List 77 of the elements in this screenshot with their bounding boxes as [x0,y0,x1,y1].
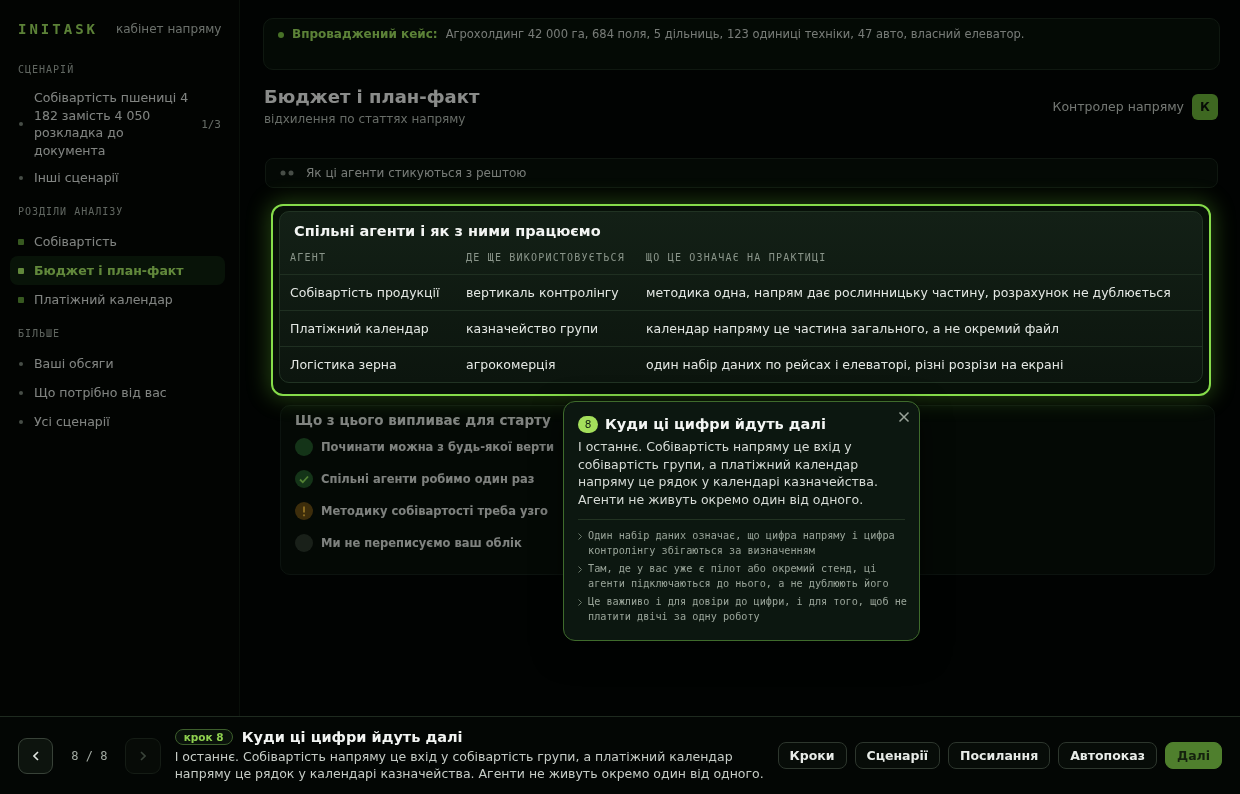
table-cell: Платіжний календар [280,310,456,347]
group-title: БІЛЬШЕ [18,327,61,341]
dot-icon [19,175,23,180]
logo[interactable]: INITASK [18,21,98,37]
list-item: Ми не переписуємо ваш облік [321,536,522,550]
warning-icon [295,502,313,520]
next-step-button[interactable]: Далі [1165,742,1222,769]
tooltip-title: Куди ці цифри йдуть далі [605,416,826,432]
dot-icon [19,390,23,395]
dots-icon [280,170,294,176]
step-title: Куди ці цифри йдуть далі [241,728,463,745]
user-avatar[interactable]: К [1192,93,1218,120]
note-text: Один набір даних означає, що цифра напряму і цифра контролінгу збігаються за визначенням [588,529,896,558]
sidebar-item[interactable]: Собівартість [10,227,225,256]
section-bar[interactable]: Як ці агенти стикуються з рештою [265,158,1218,188]
tour-button[interactable]: Сценарії [854,742,941,769]
step-description: І останнє. Собівартість напряму це вхід у собівартість групи, а платіжний календар напряму це рядок у календарі казначейства. Агенти не живуть окремо один від одного. [174,747,765,783]
table-cell: методика одна, напрям дає рослинницьку частину, розрахунок не дублюється [636,274,1202,311]
table-cell: вертикаль контролінгу [456,274,636,311]
user-role: Контролер напряму [1052,99,1184,114]
dot-icon [19,361,23,366]
group-title: РОЗДІЛИ АНАЛІЗУ [18,205,124,219]
card-title: Спільні агенти і як з ними працюємо [293,222,602,241]
table-cell: Собівартість продукції [280,274,456,311]
sidebar-item[interactable]: Усі сценарії [10,407,225,436]
square-bullet-icon [18,238,24,245]
table-cell: агрокомерція [456,346,636,382]
table-cell: один набір даних по рейсах і елеваторі, різні розрізи на екрані [636,346,1202,382]
sidebar-item[interactable]: Бюджет і план-факт [10,256,225,285]
close-icon [898,411,910,423]
tooltip-text: І останнє. Собівартість напряму це вхід у собівартість групи, а платіжний календар напряму це рядок у календарі казначейства. Агенти не живуть окремо один від одного. [578,438,879,508]
list-item: Методику собівартості треба узго [321,504,548,518]
table-cell: календар напряму це частина загального, а не окремий файл [636,310,1202,347]
note-text: Там, де у вас уже є пілот або окремий стенд, ці агенти підключаються до нього, а не дублюють його [588,562,890,591]
sidebar-item[interactable]: Платіжний календар [10,285,225,314]
table-cell: казначейство групи [456,310,636,347]
list-item: Спільні агенти робимо один раз [321,472,535,486]
group-title: СЦЕНАРІЙ [18,63,75,77]
dot-icon [19,122,23,126]
chevron-icon [578,599,582,606]
page-subtitle: відхилення по статтях напряму [264,111,467,127]
step-badge: 8 [578,415,598,433]
column-header: АГЕНТ [280,241,456,275]
circle-icon [295,438,313,456]
chevron-right-icon [140,750,147,761]
chevron-icon [578,533,582,540]
step-badge: крок 8 [174,728,233,745]
tour-button[interactable]: Автопоказ [1058,742,1157,769]
tour-button[interactable]: Посилання [948,742,1051,769]
section-title: Що з цього випливає для старту [295,411,551,429]
chevron-icon [578,566,582,573]
list-item: Починати можна з будь-якої верти [321,440,554,454]
section-title: Як ці агенти стикуються з рештою [306,166,527,180]
sidebar-item[interactable]: Інші сценарії [10,163,225,192]
column-header: ДЕ ЩЕ ВИКОРИСТОВУЄТЬСЯ [456,241,636,275]
item-count: 1/3 [201,117,222,131]
step-counter: 8 / 8 [71,748,108,763]
tour-button[interactable]: Кроки [777,742,847,769]
square-bullet-icon [18,267,24,274]
sidebar-item[interactable]: Ваші обсяги [10,349,225,378]
circle-icon [295,534,313,552]
logo-subtitle: кабінет напряму [116,22,222,36]
column-header: ЩО ЦЕ ОЗНАЧАЄ НА ПРАКТИЦІ [636,241,1202,275]
check-icon [295,470,313,488]
case-description: Агрохолдинг 42 000 га, 684 поля, 5 дільниць, 123 одиниці техніки, 47 авто, власний елеватор. [445,27,1025,42]
case-label: Впроваджений кейс: [292,27,438,42]
chevron-left-icon [32,750,39,761]
sidebar-item[interactable]: Що потрібно від вас [10,378,225,407]
note-text: Це важливо і для довіри до цифри, і для того, щоб не платити двічі за одну роботу [588,595,907,624]
dot-icon [19,419,23,424]
close-button[interactable] [898,411,910,423]
previous-button[interactable] [18,737,54,774]
page-title: Бюджет і план-факт [264,86,480,108]
sidebar-item[interactable]: Собівартість пшениці 4 182 замість 4 050 розкладка до документа 1/3 [10,85,225,163]
table-cell: Логістика зерна [280,346,456,382]
square-bullet-icon [18,296,24,303]
dot-icon [278,32,284,38]
